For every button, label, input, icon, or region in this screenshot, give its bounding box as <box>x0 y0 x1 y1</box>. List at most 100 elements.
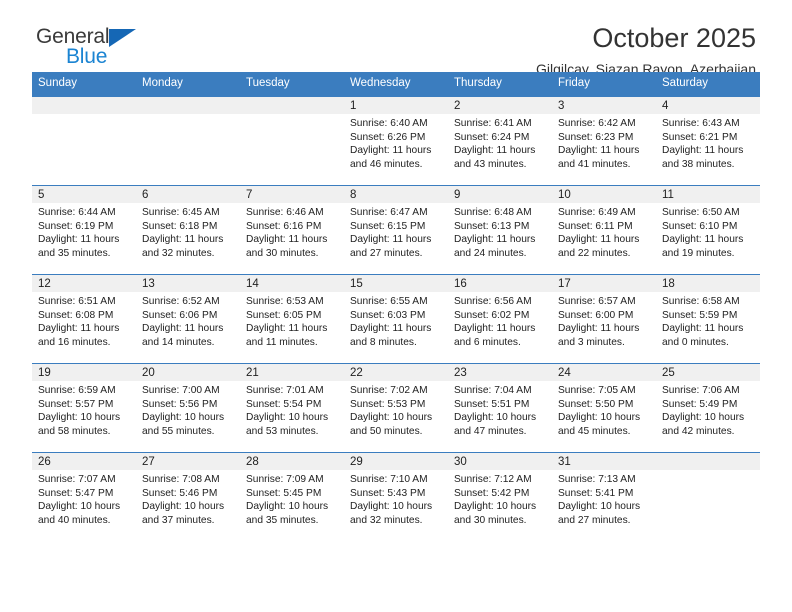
day-cell[interactable]: 2 Sunrise: 6:41 AM Sunset: 6:24 PM Dayli… <box>448 97 552 185</box>
day-cell[interactable]: 16 Sunrise: 6:56 AM Sunset: 6:02 PM Dayl… <box>448 275 552 363</box>
sunrise-text: Sunrise: 7:06 AM <box>662 385 740 396</box>
day-number: 22 <box>344 364 448 381</box>
daylight-text: Daylight: 11 hours and 46 minutes. <box>350 145 432 170</box>
day-cell[interactable]: 1 Sunrise: 6:40 AM Sunset: 6:26 PM Dayli… <box>344 97 448 185</box>
sunset-text: Sunset: 6:08 PM <box>38 309 114 321</box>
daylight-text: Daylight: 10 hours and 55 minutes. <box>142 412 225 437</box>
day-number: 3 <box>552 97 656 114</box>
sunrise-text: Sunrise: 6:49 AM <box>558 207 636 218</box>
day-cell[interactable]: 15 Sunrise: 6:55 AM Sunset: 6:03 PM Dayl… <box>344 275 448 363</box>
daylight-text: Daylight: 11 hours and 0 minutes. <box>662 323 744 348</box>
day-info: Sunrise: 6:49 AM Sunset: 6:11 PM Dayligh… <box>552 203 656 260</box>
daylight-text: Daylight: 10 hours and 47 minutes. <box>454 412 537 437</box>
sunrise-text: Sunrise: 7:07 AM <box>38 474 116 485</box>
day-info: Sunrise: 6:42 AM Sunset: 6:23 PM Dayligh… <box>552 114 656 171</box>
sunset-text: Sunset: 5:54 PM <box>246 398 322 410</box>
calendar-page: General Blue October 2025 Gilgilcay, Sia… <box>0 0 792 612</box>
day-number: 5 <box>32 186 136 203</box>
daylight-text: Daylight: 11 hours and 6 minutes. <box>454 323 536 348</box>
weekday-header-thursday: Thursday <box>454 77 502 89</box>
sunset-text: Sunset: 6:21 PM <box>662 131 738 143</box>
daylight-text: Daylight: 10 hours and 35 minutes. <box>246 501 329 526</box>
sunset-text: Sunset: 5:51 PM <box>454 398 530 410</box>
day-cell[interactable] <box>240 97 344 185</box>
day-cell[interactable]: 30 Sunrise: 7:12 AM Sunset: 5:42 PM Dayl… <box>448 453 552 541</box>
day-cell[interactable]: 19 Sunrise: 6:59 AM Sunset: 5:57 PM Dayl… <box>32 364 136 452</box>
sunset-text: Sunset: 6:02 PM <box>454 309 530 321</box>
day-cell[interactable]: 25 Sunrise: 7:06 AM Sunset: 5:49 PM Dayl… <box>656 364 760 452</box>
day-number: 15 <box>344 275 448 292</box>
daylight-text: Daylight: 10 hours and 32 minutes. <box>350 501 433 526</box>
day-cell[interactable]: 22 Sunrise: 7:02 AM Sunset: 5:53 PM Dayl… <box>344 364 448 452</box>
sunset-text: Sunset: 5:49 PM <box>662 398 738 410</box>
logo-text-blue: Blue <box>66 45 108 68</box>
day-number: 8 <box>344 186 448 203</box>
daylight-text: Daylight: 11 hours and 35 minutes. <box>38 234 120 259</box>
day-cell[interactable] <box>656 453 760 541</box>
day-info <box>136 114 240 117</box>
daylight-text: Daylight: 10 hours and 37 minutes. <box>142 501 225 526</box>
day-number: 12 <box>32 275 136 292</box>
daylight-text: Daylight: 11 hours and 24 minutes. <box>454 234 536 259</box>
day-cell[interactable]: 29 Sunrise: 7:10 AM Sunset: 5:43 PM Dayl… <box>344 453 448 541</box>
day-number: 20 <box>136 364 240 381</box>
day-cell[interactable]: 24 Sunrise: 7:05 AM Sunset: 5:50 PM Dayl… <box>552 364 656 452</box>
day-cell[interactable]: 23 Sunrise: 7:04 AM Sunset: 5:51 PM Dayl… <box>448 364 552 452</box>
daylight-text: Daylight: 10 hours and 50 minutes. <box>350 412 433 437</box>
day-number: 17 <box>552 275 656 292</box>
weekday-header-row: Sunday Monday Tuesday Wednesday Thursday… <box>32 72 760 96</box>
day-cell[interactable]: 14 Sunrise: 6:53 AM Sunset: 6:05 PM Dayl… <box>240 275 344 363</box>
sunset-text: Sunset: 5:53 PM <box>350 398 426 410</box>
day-cell[interactable]: 8 Sunrise: 6:47 AM Sunset: 6:15 PM Dayli… <box>344 186 448 274</box>
sunrise-text: Sunrise: 6:59 AM <box>38 385 116 396</box>
day-cell[interactable]: 11 Sunrise: 6:50 AM Sunset: 6:10 PM Dayl… <box>656 186 760 274</box>
daylight-text: Daylight: 10 hours and 40 minutes. <box>38 501 121 526</box>
day-cell[interactable] <box>32 97 136 185</box>
day-info: Sunrise: 7:10 AM Sunset: 5:43 PM Dayligh… <box>344 470 448 527</box>
day-info: Sunrise: 7:04 AM Sunset: 5:51 PM Dayligh… <box>448 381 552 438</box>
page-header: General Blue October 2025 Gilgilcay, Sia… <box>32 0 760 77</box>
day-number: 9 <box>448 186 552 203</box>
day-number: 31 <box>552 453 656 470</box>
day-cell[interactable]: 7 Sunrise: 6:46 AM Sunset: 6:16 PM Dayli… <box>240 186 344 274</box>
day-cell[interactable]: 18 Sunrise: 6:58 AM Sunset: 5:59 PM Dayl… <box>656 275 760 363</box>
day-info <box>656 470 760 473</box>
day-cell[interactable]: 5 Sunrise: 6:44 AM Sunset: 6:19 PM Dayli… <box>32 186 136 274</box>
sunset-text: Sunset: 6:13 PM <box>454 220 530 232</box>
day-cell[interactable]: 27 Sunrise: 7:08 AM Sunset: 5:46 PM Dayl… <box>136 453 240 541</box>
daylight-text: Daylight: 11 hours and 19 minutes. <box>662 234 744 259</box>
day-number: 21 <box>240 364 344 381</box>
week-row: 26 Sunrise: 7:07 AM Sunset: 5:47 PM Dayl… <box>32 452 760 541</box>
day-cell[interactable]: 17 Sunrise: 6:57 AM Sunset: 6:00 PM Dayl… <box>552 275 656 363</box>
day-number: 7 <box>240 186 344 203</box>
sunrise-text: Sunrise: 6:51 AM <box>38 296 116 307</box>
day-number: 29 <box>344 453 448 470</box>
day-cell[interactable]: 31 Sunrise: 7:13 AM Sunset: 5:41 PM Dayl… <box>552 453 656 541</box>
weekday-header-friday: Friday <box>558 77 590 89</box>
day-cell[interactable]: 9 Sunrise: 6:48 AM Sunset: 6:13 PM Dayli… <box>448 186 552 274</box>
sunset-text: Sunset: 6:26 PM <box>350 131 426 143</box>
day-info: Sunrise: 6:40 AM Sunset: 6:26 PM Dayligh… <box>344 114 448 171</box>
day-cell[interactable]: 4 Sunrise: 6:43 AM Sunset: 6:21 PM Dayli… <box>656 97 760 185</box>
day-cell[interactable] <box>136 97 240 185</box>
day-info: Sunrise: 6:50 AM Sunset: 6:10 PM Dayligh… <box>656 203 760 260</box>
day-cell[interactable]: 12 Sunrise: 6:51 AM Sunset: 6:08 PM Dayl… <box>32 275 136 363</box>
day-cell[interactable]: 26 Sunrise: 7:07 AM Sunset: 5:47 PM Dayl… <box>32 453 136 541</box>
sunset-text: Sunset: 5:57 PM <box>38 398 114 410</box>
sunrise-text: Sunrise: 6:45 AM <box>142 207 220 218</box>
day-info: Sunrise: 6:48 AM Sunset: 6:13 PM Dayligh… <box>448 203 552 260</box>
day-cell[interactable]: 28 Sunrise: 7:09 AM Sunset: 5:45 PM Dayl… <box>240 453 344 541</box>
day-cell[interactable]: 21 Sunrise: 7:01 AM Sunset: 5:54 PM Dayl… <box>240 364 344 452</box>
day-cell[interactable]: 3 Sunrise: 6:42 AM Sunset: 6:23 PM Dayli… <box>552 97 656 185</box>
day-number: 14 <box>240 275 344 292</box>
day-number: 25 <box>656 364 760 381</box>
generalblue-logo[interactable]: General Blue <box>36 26 186 72</box>
sunset-text: Sunset: 6:03 PM <box>350 309 426 321</box>
day-cell[interactable]: 13 Sunrise: 6:52 AM Sunset: 6:06 PM Dayl… <box>136 275 240 363</box>
day-cell[interactable]: 6 Sunrise: 6:45 AM Sunset: 6:18 PM Dayli… <box>136 186 240 274</box>
sunset-text: Sunset: 5:50 PM <box>558 398 634 410</box>
day-info: Sunrise: 6:57 AM Sunset: 6:00 PM Dayligh… <box>552 292 656 349</box>
page-title: October 2025 <box>592 23 756 53</box>
day-cell[interactable]: 10 Sunrise: 6:49 AM Sunset: 6:11 PM Dayl… <box>552 186 656 274</box>
day-cell[interactable]: 20 Sunrise: 7:00 AM Sunset: 5:56 PM Dayl… <box>136 364 240 452</box>
